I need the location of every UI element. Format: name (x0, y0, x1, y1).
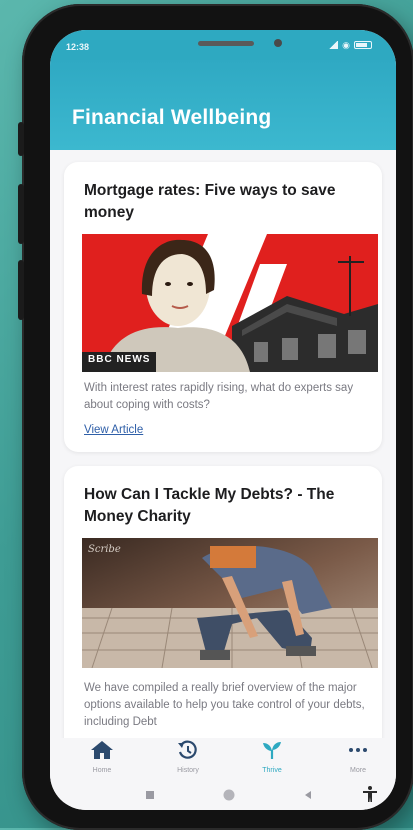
mortgage-article-image (82, 234, 378, 372)
nav-label: Thrive (262, 767, 282, 774)
nav-item-more[interactable]: More (328, 740, 388, 774)
page-title: Financial Wellbeing (72, 106, 272, 129)
wifi-icon: ◉ (342, 40, 350, 50)
nav-item-thrive[interactable]: Thrive (242, 740, 302, 774)
svg-text:Scribe: Scribe (88, 544, 121, 555)
phone-screen: 12:38 ◉ Financial Wellbeing Mortgage rat… (50, 30, 396, 810)
sprout-icon (263, 742, 281, 759)
phone-side-button (18, 122, 24, 156)
history-icon (178, 740, 197, 759)
article-card[interactable]: How Can I Tackle My Debts? - The Money C… (64, 466, 382, 738)
more-icon (349, 748, 367, 752)
status-time: 12:38 (66, 42, 90, 52)
circle-icon (223, 789, 235, 801)
home-system-button[interactable] (222, 788, 236, 807)
front-camera (274, 39, 282, 47)
nav-label: More (350, 767, 366, 774)
square-icon (146, 791, 154, 799)
article-title[interactable]: Mortgage rates: Five ways to save money (84, 180, 374, 224)
article-description: With interest rates rapidly rising, what… (84, 382, 354, 411)
article-card[interactable]: Mortgage rates: Five ways to save money (64, 162, 382, 452)
nav-label: History (177, 767, 199, 774)
article-description: We have compiled a really brief overview… (84, 682, 365, 728)
article-image[interactable]: BBC NEWS (82, 234, 378, 372)
back-button[interactable] (302, 788, 314, 806)
nav-label: Home (92, 767, 112, 774)
app-header: Financial Wellbeing (50, 60, 396, 150)
article-list[interactable]: Mortgage rates: Five ways to save money (50, 150, 396, 738)
article-image[interactable]: Scribe (82, 538, 378, 668)
accessibility-icon (363, 786, 377, 802)
status-bar: 12:38 ◉ (50, 30, 396, 60)
phone-volume-up-button (18, 184, 24, 244)
phone-volume-down-button (18, 260, 24, 320)
system-navigation-bar (50, 780, 396, 810)
bottom-navigation: Home History Thrive More (50, 738, 396, 780)
view-article-link[interactable]: View Article (84, 424, 143, 436)
article-title[interactable]: How Can I Tackle My Debts? - The Money C… (84, 484, 374, 528)
recent-apps-button[interactable] (144, 788, 156, 806)
back-triangle-icon (305, 791, 311, 799)
battery-icon (354, 41, 372, 49)
debt-article-image: Scribe (82, 538, 378, 668)
nav-item-history[interactable]: History (158, 740, 218, 774)
status-icons: ◉ (328, 40, 372, 50)
nav-item-home[interactable]: Home (72, 740, 132, 774)
image-caption: BBC NEWS (88, 354, 151, 365)
home-icon (91, 741, 113, 759)
accessibility-button[interactable] (362, 785, 378, 808)
earpiece-speaker (198, 41, 254, 46)
signal-icon (328, 41, 339, 49)
